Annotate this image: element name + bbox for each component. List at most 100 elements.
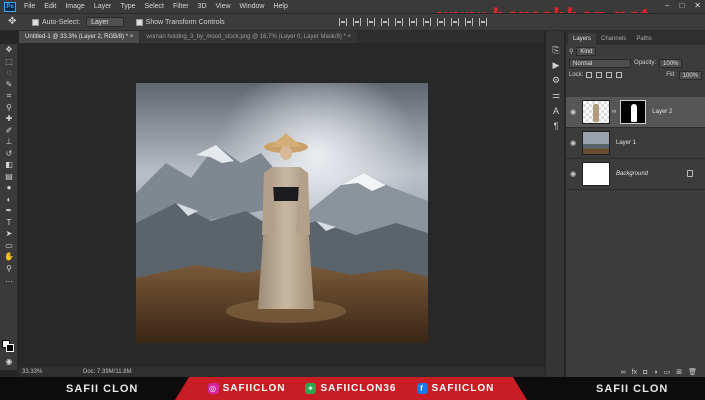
menu-3d[interactable]: 3D [198, 3, 207, 10]
quick-mask-icon[interactable]: ◉ [0, 356, 18, 368]
align-icon[interactable] [380, 18, 389, 26]
more-tools-icon[interactable]: … [0, 274, 18, 286]
marquee-icon[interactable]: ⬚ [0, 56, 18, 68]
adjustment-layer-icon[interactable]: ◑ [653, 369, 657, 376]
lock-pixels-icon[interactable] [586, 72, 593, 78]
chain-icon[interactable]: ∞ [612, 109, 616, 115]
path-select-icon[interactable]: ➤ [0, 228, 18, 240]
align-icon[interactable] [478, 18, 487, 26]
menu-filter[interactable]: Filter [173, 3, 189, 10]
quick-select-icon[interactable]: ✎ [0, 79, 18, 91]
align-icon[interactable] [464, 18, 473, 26]
move-icon[interactable]: ✥ [0, 44, 18, 56]
kind-filter-dropdown[interactable]: Kind [576, 46, 597, 56]
mask-icon[interactable]: ◘ [643, 369, 647, 376]
trash-icon[interactable]: 🗑 [688, 368, 697, 376]
shape-icon[interactable]: ▭ [0, 240, 18, 252]
menu-edit[interactable]: Edit [44, 3, 56, 10]
layer-row-background[interactable]: ◉ Background [566, 159, 705, 190]
fx-icon[interactable]: fx [632, 369, 637, 376]
history-icon[interactable]: ⎘ [546, 43, 566, 58]
tools-panel: ✥ ⬚ ◌ ✎ ⌗ ⚲ ✚ ✐ ⊥ ↺ ◧ ▤ ● ◐ ✒ T ➤ ▭ ✋ ⚲ … [0, 44, 18, 370]
menu-type[interactable]: Type [120, 3, 135, 10]
layer-row-layer-1[interactable]: ◉ Layer 1 [566, 128, 705, 159]
menu-image[interactable]: Image [65, 3, 84, 10]
photoshop-logo-icon[interactable]: Ps [4, 1, 16, 12]
paragraph-icon[interactable]: ¶ [546, 118, 566, 133]
document-info[interactable]: Doc: 7.39M/11.8M [83, 369, 132, 375]
zoom-icon[interactable]: ⚲ [0, 263, 18, 275]
lock-buttons [586, 72, 623, 78]
lock-all-icon[interactable] [616, 72, 623, 78]
tab-paths[interactable]: Paths [631, 33, 656, 45]
layer-name[interactable]: Layer 1 [616, 140, 636, 146]
auto-select-checkbox[interactable] [32, 18, 39, 26]
tab-channels[interactable]: Channels [596, 33, 631, 45]
layer-name[interactable]: Background [616, 171, 648, 177]
composite-image [136, 83, 428, 343]
align-icon[interactable] [394, 18, 403, 26]
eye-icon[interactable]: ◉ [566, 108, 580, 116]
pen-icon[interactable]: ✒ [0, 205, 18, 217]
stack-icon: ✦ [305, 383, 317, 394]
close-icon[interactable]: × [348, 34, 352, 40]
menu-window[interactable]: Window [240, 3, 265, 10]
opacity-input[interactable]: 100% [659, 58, 683, 68]
blur-icon[interactable]: ● [0, 182, 18, 194]
align-icon[interactable] [338, 18, 347, 26]
close-icon[interactable]: × [130, 34, 134, 40]
layer-mask-thumbnail[interactable] [620, 100, 647, 124]
play-icon[interactable]: ▶ [546, 58, 566, 73]
menu-help[interactable]: Help [273, 3, 287, 10]
eye-icon[interactable]: ◉ [566, 170, 580, 178]
lock-image-icon[interactable] [596, 72, 603, 78]
character-icon[interactable]: A [546, 103, 566, 118]
dodge-icon[interactable]: ◐ [0, 194, 18, 206]
healing-icon[interactable]: ✚ [0, 113, 18, 125]
lasso-icon[interactable]: ◌ [0, 67, 18, 79]
eyedropper-icon[interactable]: ⚲ [0, 102, 18, 114]
properties-icon[interactable]: ⚙ [546, 73, 566, 88]
align-icon[interactable] [408, 18, 417, 26]
menu-file[interactable]: File [24, 3, 35, 10]
fill-input[interactable]: 100% [678, 70, 702, 80]
folder-icon[interactable]: ▭ [664, 368, 671, 376]
tab-untitled-1[interactable]: Untitled-1 @ 33.3% (Layer 2, RGB/8) * × [19, 31, 140, 43]
link-icon[interactable]: ∞ [621, 369, 626, 376]
move-tool-icon[interactable]: ✥ [8, 17, 18, 27]
hand-icon[interactable]: ✋ [0, 251, 18, 263]
align-icon[interactable] [450, 18, 459, 26]
align-icon[interactable] [352, 18, 361, 26]
eraser-icon[interactable]: ◧ [0, 159, 18, 171]
tab-woman-holding[interactable]: woman holding_3_by_mood_stock.png @ 16.7… [140, 31, 358, 43]
align-icon[interactable] [366, 18, 375, 26]
gradient-icon[interactable]: ▤ [0, 171, 18, 183]
zoom-level[interactable]: 33.33% [19, 369, 49, 375]
background-color-swatch[interactable] [6, 344, 14, 352]
align-icon[interactable] [422, 18, 431, 26]
layer-row-layer-2[interactable]: ◉ ∞ Layer 2 [566, 97, 705, 128]
layer-name[interactable]: Layer 2 [652, 109, 672, 115]
history-brush-icon[interactable]: ↺ [0, 148, 18, 160]
lock-row: Lock: Fill: 100% [566, 69, 705, 81]
transform-controls-checkbox[interactable] [135, 18, 143, 26]
close-icon[interactable]: ✕ [694, 1, 701, 10]
blend-mode-dropdown[interactable]: Normal [569, 58, 631, 68]
auto-select-dropdown[interactable]: Layer [86, 17, 124, 27]
lock-position-icon[interactable] [606, 72, 613, 78]
adjustments-icon[interactable]: ⚌ [546, 88, 566, 103]
type-icon[interactable]: T [0, 217, 18, 229]
eye-icon[interactable]: ◉ [566, 139, 580, 147]
canvas-area[interactable] [19, 43, 545, 367]
tab-layers[interactable]: Layers [568, 33, 597, 45]
new-layer-icon[interactable]: ⊞ [676, 368, 682, 376]
stamp-icon[interactable]: ⊥ [0, 136, 18, 148]
menu-select[interactable]: Select [145, 3, 164, 10]
crop-icon[interactable]: ⌗ [0, 90, 18, 102]
menu-layer[interactable]: Layer [94, 3, 112, 10]
menu-view[interactable]: View [216, 3, 231, 10]
document-canvas[interactable] [136, 83, 428, 343]
instagram-handle: ◎ SAFIICLON [207, 383, 286, 394]
align-icon[interactable] [436, 18, 445, 26]
brush-icon[interactable]: ✐ [0, 125, 18, 137]
